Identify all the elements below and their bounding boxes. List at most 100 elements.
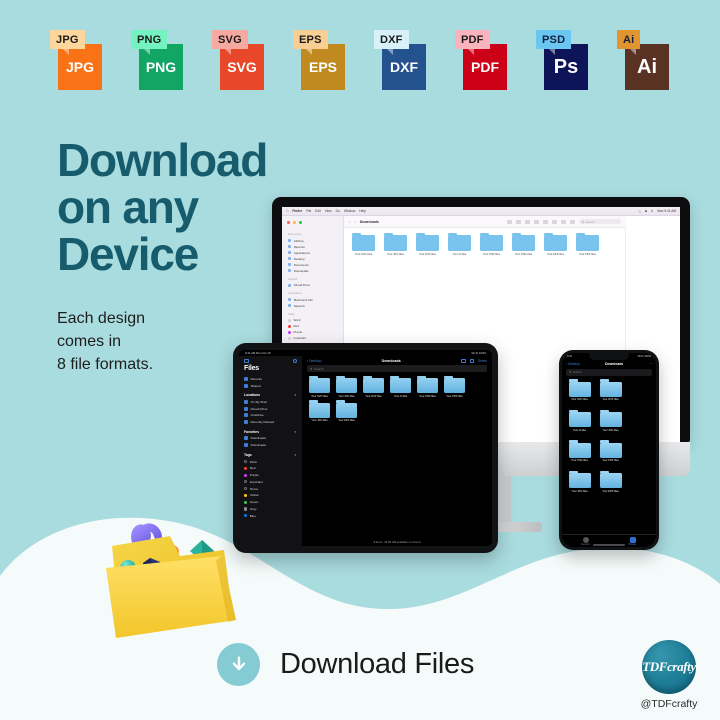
folder-item[interactable]: Your JPG files xyxy=(596,409,625,432)
sidebar-item-onedrive[interactable]: OneDrive xyxy=(242,412,299,419)
folder-item[interactable]: Your DXF files xyxy=(596,379,625,401)
tag-icon[interactable] xyxy=(561,219,566,224)
sidebar-item-downloads[interactable]: Downloads xyxy=(242,435,299,442)
search-input[interactable]: ⚲ Search xyxy=(566,369,652,376)
file-format-ai[interactable]: Ai Ai xyxy=(617,30,669,90)
file-format-png[interactable]: PNG PNG xyxy=(131,30,183,90)
folder-item[interactable]: Your JPG files xyxy=(308,400,331,422)
menubar-item-help[interactable]: Help xyxy=(359,209,366,213)
menubar-item-file[interactable]: File xyxy=(306,209,311,213)
macos-menubar:  Finder File Edit View Go Window Help △… xyxy=(282,207,680,216)
folder-item[interactable]: Your DXF files xyxy=(414,232,441,256)
close-icon[interactable] xyxy=(287,221,291,225)
wifi-icon[interactable]: △ xyxy=(638,209,640,213)
file-format-dxf[interactable]: DXF DXF xyxy=(374,30,426,90)
folder-item[interactable]: Your PNG files xyxy=(565,440,594,462)
sidebar-item-label: Downloads xyxy=(250,443,266,448)
menubar-item-window[interactable]: Window xyxy=(344,209,355,213)
file-format-tag: PDF xyxy=(455,30,490,49)
folder-item[interactable]: Your DXF files xyxy=(362,375,385,398)
file-format-psd[interactable]: Ps PSD xyxy=(536,30,588,90)
folder-item[interactable]: Your JPG files xyxy=(382,232,409,256)
folder-item[interactable]: Your PNG files xyxy=(510,232,537,256)
file-format-eps[interactable]: EPS EPS xyxy=(293,30,345,90)
back-button[interactable]: ‹ Desktop xyxy=(566,362,580,366)
sidebar-item-downloads[interactable]: Downloads xyxy=(242,442,299,449)
select-button[interactable]: Select xyxy=(478,359,487,363)
sidebar-tag-home[interactable]: Home xyxy=(242,485,299,492)
download-arrow-icon[interactable] xyxy=(217,643,260,686)
folder-item[interactable]: Your SVG files xyxy=(350,232,377,256)
sidebar-tag-purple[interactable]: Purple xyxy=(242,472,299,479)
minimize-icon[interactable] xyxy=(292,221,297,225)
folder-item[interactable]: Your JPG files xyxy=(565,470,594,493)
folder-item[interactable]: Your Ai files xyxy=(565,409,594,432)
sidebar-item-downloads[interactable]: Downloads xyxy=(285,268,340,274)
file-format-pdf[interactable]: PDF PDF xyxy=(455,30,507,90)
sidebar-item-network[interactable]: Network xyxy=(285,303,340,309)
sidebar-tag-red[interactable]: Red xyxy=(242,465,299,472)
share-icon[interactable] xyxy=(460,358,466,363)
file-format-svg[interactable]: SVG SVG xyxy=(212,30,264,90)
icon-view-icon[interactable] xyxy=(507,219,512,224)
back-button[interactable]: ‹ Desktop xyxy=(307,359,322,363)
group-icon[interactable] xyxy=(543,219,548,224)
folder-item[interactable]: Your PDF files xyxy=(574,232,601,256)
file-format-tag: PSD xyxy=(536,30,572,49)
sidebar-item-icloud-drive[interactable]: iCloud Drive xyxy=(285,282,340,288)
folder-item[interactable]: Your EPS files xyxy=(542,232,569,256)
menubar-item-go[interactable]: Go xyxy=(336,209,340,213)
sidebar-item-on-my-ipad[interactable]: On My iPad xyxy=(242,398,299,405)
folder-item[interactable]: Your PDF files xyxy=(443,375,466,398)
menubar-clock[interactable]: Mon 9:41 AM xyxy=(657,209,676,213)
gallery-view-icon[interactable] xyxy=(534,219,539,224)
sidebar-item-shared[interactable]: Shared xyxy=(242,382,299,389)
grid-view-icon[interactable] xyxy=(469,358,475,363)
chevron-down-icon[interactable]: ▾ xyxy=(294,453,296,457)
battery-icon[interactable]: ■ xyxy=(645,209,647,213)
folder-icon xyxy=(568,470,591,488)
apple-logo-icon[interactable]:  xyxy=(286,209,288,213)
search-input[interactable]: ⚲ Search xyxy=(307,365,487,372)
folder-item[interactable]: Your SVG files xyxy=(308,375,331,398)
folder-item[interactable]: Your PDF files xyxy=(596,440,625,462)
section-title: Tags xyxy=(244,452,252,457)
sidebar-item-icloud-drive[interactable]: iCloud Drive xyxy=(242,405,299,412)
sidebar-tag-work[interactable]: Work xyxy=(242,458,299,465)
folder-item[interactable]: Your Ai files xyxy=(446,232,473,256)
sidebar-item-recently-deleted[interactable]: Recently Deleted xyxy=(242,419,299,426)
folder-item[interactable]: Your PSD files xyxy=(416,375,439,398)
folder-item[interactable]: Your EPS files xyxy=(335,400,358,422)
sidebar-tag-important[interactable]: Important xyxy=(242,478,299,485)
menubar-item-view[interactable]: View xyxy=(325,209,332,213)
more-options-icon[interactable] xyxy=(292,359,297,364)
share-icon[interactable] xyxy=(552,219,557,224)
action-gear-icon[interactable] xyxy=(570,219,575,224)
window-traffic-lights[interactable] xyxy=(285,220,340,229)
folder-item[interactable]: Your PSD files xyxy=(478,232,505,256)
column-view-icon[interactable] xyxy=(525,219,530,224)
folder-item[interactable]: Your SVG files xyxy=(565,379,594,401)
menubar-app-name[interactable]: Finder xyxy=(292,209,302,213)
download-files-cta[interactable]: Download Files xyxy=(217,643,474,686)
sidebar-item-label: On My iPad xyxy=(250,399,267,404)
sidebar-section-title: Tags xyxy=(288,311,295,316)
sidebar-toggle-icon[interactable] xyxy=(244,359,249,364)
search-icon[interactable]: ⚲ xyxy=(651,209,653,213)
documents-icon xyxy=(288,263,292,267)
file-format-jpg[interactable]: JPG JPG xyxy=(50,30,102,90)
search-input[interactable]: ⚲ Search xyxy=(579,218,621,225)
sidebar-item-recents[interactable]: Recents xyxy=(242,375,299,382)
forward-icon[interactable]: › xyxy=(354,219,355,224)
folder-item[interactable]: Your JPG files xyxy=(335,375,358,398)
chevron-down-icon[interactable]: ▾ xyxy=(294,393,296,397)
maximize-icon[interactable] xyxy=(298,221,303,225)
menubar-item-edit[interactable]: Edit xyxy=(315,209,321,213)
back-icon[interactable]: ‹ xyxy=(349,219,350,224)
list-view-icon[interactable] xyxy=(516,219,521,224)
brand-logo[interactable]: TDFcrafty @TDFcrafty xyxy=(638,640,700,710)
folder-item[interactable]: Your Ai files xyxy=(389,375,412,398)
chevron-down-icon[interactable]: ▾ xyxy=(294,430,296,434)
folder-item[interactable]: Your EPS files xyxy=(596,470,625,493)
more-options-icon[interactable]: ⋯ xyxy=(649,362,652,366)
